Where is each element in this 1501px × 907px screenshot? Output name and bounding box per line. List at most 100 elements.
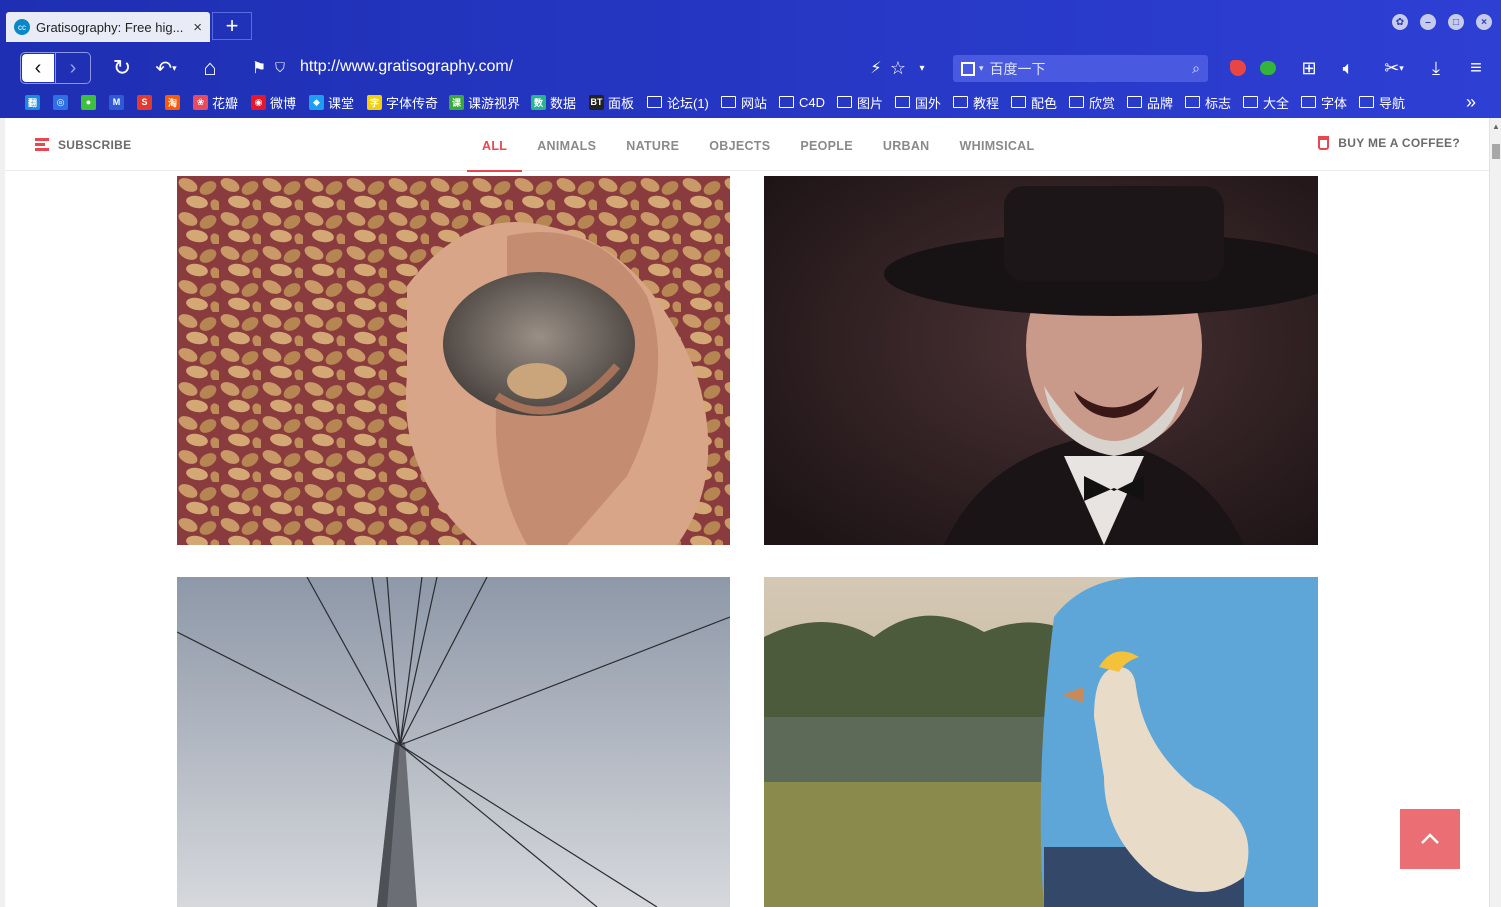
screenshot-scissors-icon[interactable]: ✂ ▾ xyxy=(1374,56,1414,80)
tab-urban[interactable]: URBAN xyxy=(868,120,945,171)
menu-icon[interactable]: ≡ xyxy=(1464,56,1488,80)
bookmark-label: 图片 xyxy=(857,95,884,111)
maximize-icon[interactable]: □ xyxy=(1448,14,1464,30)
tab-animals[interactable]: ANIMALS xyxy=(522,120,611,171)
back-button[interactable]: ‹ xyxy=(22,54,54,82)
bookmark-label: 课游视界 xyxy=(468,95,521,111)
flash-icon[interactable]: ⚡ xyxy=(864,56,888,80)
bookmark-favicon-icon: ◆ xyxy=(309,94,324,110)
bookmark-item[interactable]: 品牌 xyxy=(1127,93,1173,111)
new-tab-button[interactable]: + xyxy=(212,12,252,40)
divider xyxy=(55,53,56,83)
accelerate-icon[interactable]: ⚑ xyxy=(250,52,268,84)
bookmark-label: 配色 xyxy=(1031,95,1058,111)
bookmark-item[interactable]: S xyxy=(137,93,156,111)
photo-man-holding-duck[interactable] xyxy=(764,577,1318,907)
search-box[interactable]: ▾ 百度一下 ⌕ xyxy=(953,55,1208,82)
bookmark-label: 数据 xyxy=(550,95,577,111)
folder-icon xyxy=(1011,96,1026,108)
bookmark-item[interactable]: 字字体传奇 xyxy=(367,93,438,111)
photo-bridge-cables-sky[interactable] xyxy=(177,577,730,907)
site-navigation: SUBSCRIBE ALL ANIMALS NATURE OBJECTS PEO… xyxy=(5,120,1489,172)
apps-grid-icon[interactable]: ⊞ xyxy=(1297,56,1321,80)
bookmark-item[interactable]: 标志 xyxy=(1185,93,1231,111)
folder-icon xyxy=(895,96,910,108)
bookmark-item[interactable]: ◎ xyxy=(53,93,72,111)
undo-close-icon[interactable]: ↶ ▾ xyxy=(146,52,186,84)
buy-coffee-link[interactable]: BUY ME A COFFEE? xyxy=(1318,136,1460,150)
bookmark-item[interactable]: BT 面板 xyxy=(589,93,634,111)
scroll-up-icon[interactable]: ▲ xyxy=(1492,122,1500,131)
bookmark-item[interactable]: 淘 xyxy=(165,93,184,111)
photo-old-man-top-hat[interactable] xyxy=(764,176,1318,545)
bookmark-favicon-icon: 数 xyxy=(531,94,546,110)
bookmark-item[interactable]: 课课游视界 xyxy=(449,93,520,111)
bookmark-item[interactable]: 导航 xyxy=(1359,93,1405,111)
home-icon[interactable]: ⌂ xyxy=(196,52,224,84)
sound-icon[interactable]: 🔈︎ xyxy=(1336,56,1360,80)
page-scrollbar[interactable]: ▲ xyxy=(1489,118,1501,907)
folder-icon xyxy=(1359,96,1374,108)
bookmark-item[interactable]: 欣赏 xyxy=(1069,93,1115,111)
bookmark-favicon-icon: ◉ xyxy=(251,94,266,110)
bookmark-item[interactable]: ◆ 课堂 xyxy=(309,93,354,111)
tab-close-icon[interactable]: × xyxy=(193,19,202,36)
bookmark-item[interactable]: 教程 xyxy=(953,93,999,111)
bookmark-label: 标志 xyxy=(1205,95,1232,111)
search-engine-icon[interactable] xyxy=(961,61,975,76)
scrollbar-thumb[interactable] xyxy=(1492,144,1500,159)
bookmark-item[interactable]: M xyxy=(109,93,128,111)
folder-icon xyxy=(1069,96,1084,108)
search-input[interactable]: 百度一下 xyxy=(990,59,1193,79)
subscribe-link[interactable]: SUBSCRIBE xyxy=(35,136,131,153)
download-icon[interactable]: ⤓ xyxy=(1424,56,1448,80)
bookmark-item[interactable]: ❀ 花瓣 xyxy=(193,93,238,111)
search-icon[interactable]: ⌕ xyxy=(1192,60,1200,77)
folder-icon xyxy=(837,96,852,108)
bookmark-item[interactable]: 大全 xyxy=(1243,93,1289,111)
tab-objects[interactable]: OBJECTS xyxy=(694,120,785,171)
bookmark-item[interactable]: 网站 xyxy=(721,93,767,111)
bookmark-label: 教程 xyxy=(973,95,1000,111)
tab-all[interactable]: ALL xyxy=(467,120,523,172)
bookmark-item[interactable]: 图片 xyxy=(837,93,883,111)
bookmark-label: 欣赏 xyxy=(1089,95,1116,111)
address-bar[interactable]: http://www.gratisography.com/ xyxy=(300,58,513,76)
photo-baby-squirrel-peanuts[interactable] xyxy=(177,176,730,545)
bookmark-item[interactable]: 配色 xyxy=(1011,93,1057,111)
bookmark-favicon-icon: 翻 xyxy=(25,94,40,110)
minimize-icon[interactable]: – xyxy=(1420,14,1436,30)
web-page: SUBSCRIBE ALL ANIMALS NATURE OBJECTS PEO… xyxy=(5,120,1489,907)
extension-icon[interactable] xyxy=(1226,56,1250,80)
extension-frog-icon[interactable] xyxy=(1256,56,1280,80)
bookmark-item[interactable]: 字体 xyxy=(1301,93,1347,111)
bookmark-item[interactable]: ◉ 微博 xyxy=(251,93,296,111)
skin-icon[interactable]: ✿ xyxy=(1392,14,1408,30)
bookmark-item[interactable]: 国外 xyxy=(895,93,941,111)
bookmark-favicon-icon: S xyxy=(137,94,152,110)
back-to-top-button[interactable] xyxy=(1400,809,1460,869)
security-shield-icon[interactable]: ⛉ xyxy=(272,52,288,84)
folder-icon xyxy=(953,96,968,108)
tab-people[interactable]: PEOPLE xyxy=(785,120,868,171)
chevron-down-icon[interactable]: ▾ xyxy=(910,56,934,80)
tab-whimsical[interactable]: WHIMSICAL xyxy=(945,120,1050,171)
tab-title: Gratisography: Free hig... xyxy=(36,19,184,35)
folder-icon xyxy=(1301,96,1316,108)
folder-icon xyxy=(1243,96,1258,108)
browser-tab[interactable]: cc Gratisography: Free hig... × xyxy=(6,12,210,42)
reload-icon[interactable]: ↻ xyxy=(108,52,136,84)
bookmark-favicon-icon: M xyxy=(109,94,124,110)
bookmark-item[interactable]: 数数据 xyxy=(531,93,576,111)
favorite-star-icon[interactable]: ☆ xyxy=(886,56,910,80)
bookmark-item[interactable]: ● xyxy=(81,93,100,111)
bookmark-item[interactable]: 翻 xyxy=(25,93,44,111)
bookmark-item[interactable]: C4D xyxy=(779,93,825,111)
chevron-down-icon: ▾ xyxy=(979,63,984,73)
forward-button[interactable]: › xyxy=(57,54,89,82)
more-bookmarks-icon[interactable]: » xyxy=(1466,92,1476,112)
tab-nature[interactable]: NATURE xyxy=(611,120,694,171)
close-window-icon[interactable]: × xyxy=(1476,14,1492,30)
bookmark-item[interactable]: 论坛(1) xyxy=(647,93,709,111)
bookmark-favicon-icon: ◎ xyxy=(53,94,68,110)
